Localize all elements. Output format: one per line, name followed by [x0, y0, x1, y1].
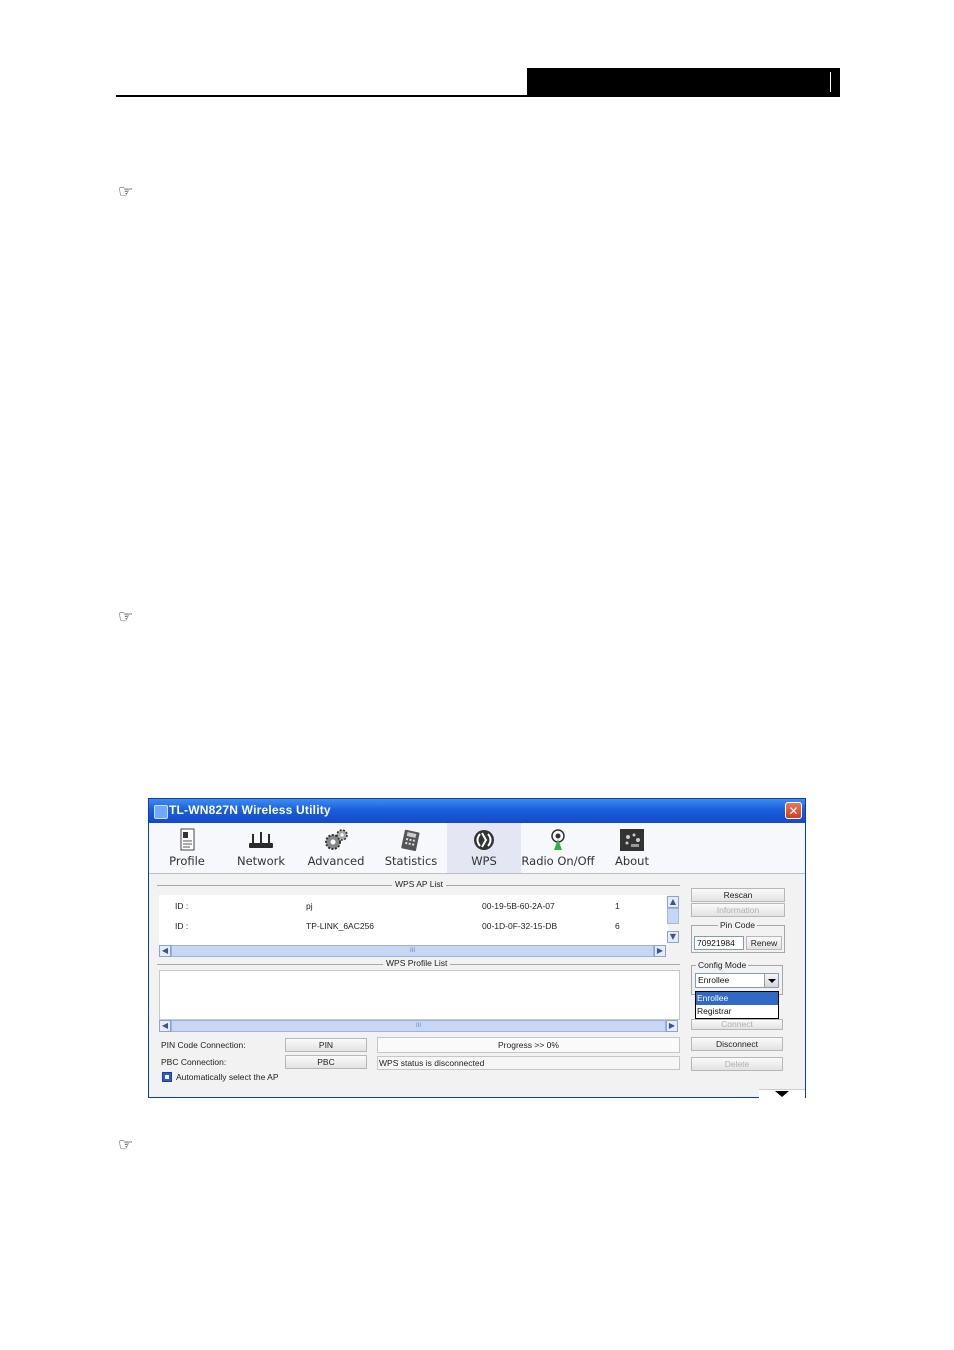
chevron-down-icon[interactable] — [764, 974, 778, 987]
expand-arrow-icon — [775, 1091, 789, 1097]
tab-label: Radio On/Off — [521, 854, 595, 868]
about-icon — [620, 829, 644, 851]
config-mode-value: Enrollee — [698, 975, 730, 985]
connect-button[interactable]: Connect — [691, 1019, 783, 1030]
scroll-down-button[interactable]: ▼ — [667, 931, 679, 943]
tab-profile[interactable]: Profile — [157, 823, 217, 873]
wps-status-box: WPS status is disconnected — [377, 1056, 680, 1070]
note-hand-icon: ☞ — [118, 607, 134, 627]
window-title: TL-WN827N Wireless Utility — [169, 803, 331, 817]
ap-channel: 1 — [615, 901, 620, 911]
tab-wps[interactable]: WPS — [447, 823, 521, 873]
dropdown-option-registrar[interactable]: Registrar — [696, 1005, 778, 1018]
config-mode-select[interactable]: Enrollee — [695, 973, 779, 988]
wps-status-text: WPS status is disconnected — [379, 1058, 485, 1068]
config-mode-label: Config Mode — [696, 960, 749, 970]
advanced-gear-icon — [325, 829, 348, 850]
delete-button[interactable]: Delete — [691, 1057, 783, 1071]
ap-row[interactable]: ID : — [175, 921, 188, 931]
tab-label: About — [614, 854, 649, 868]
horizontal-scrollbar[interactable]: III — [171, 945, 654, 957]
statistics-icon — [401, 829, 420, 852]
auto-select-label: Automatically select the AP — [176, 1072, 279, 1082]
tab-statistics[interactable]: Statistics — [379, 823, 443, 873]
utility-window: TL-WN827N Wireless Utility ✕ Profile Net… — [148, 798, 806, 1098]
wps-icon — [474, 830, 494, 850]
tab-label: Statistics — [384, 854, 438, 868]
tab-label: WPS — [471, 854, 497, 868]
tab-radio-on-off[interactable]: Radio On/Off — [519, 823, 597, 873]
expand-toggle[interactable] — [759, 1089, 805, 1098]
radio-antenna-icon — [551, 829, 565, 850]
horizontal-scrollbar[interactable]: III — [171, 1020, 666, 1032]
wps-profile-list[interactable] — [159, 970, 680, 1020]
dropdown-option-enrollee[interactable]: Enrollee — [696, 992, 778, 1005]
title-bar: TL-WN827N Wireless Utility ✕ — [149, 799, 805, 823]
scroll-up-button[interactable]: ▲ — [667, 896, 679, 908]
disconnect-button[interactable]: Disconnect — [691, 1037, 783, 1051]
scroll-left-button[interactable]: ◀ — [159, 945, 171, 957]
tab-label: Advanced — [307, 854, 365, 868]
tab-label: Network — [236, 854, 286, 868]
tab-advanced[interactable]: Advanced — [303, 823, 369, 873]
scroll-right-button[interactable]: ▶ — [666, 1020, 678, 1032]
page-header-rule — [116, 95, 840, 97]
progress-bar: Progress >> 0% — [377, 1037, 680, 1053]
ap-id-label: ID : — [175, 921, 189, 931]
note-hand-icon: ☞ — [118, 1135, 134, 1155]
page-header-bar — [527, 68, 840, 97]
pin-code-field[interactable]: 70921984 — [694, 936, 744, 950]
pbc-connection-label: PBC Connection: — [161, 1057, 227, 1067]
pbc-button[interactable]: PBC — [285, 1055, 367, 1069]
ap-mac: 00-1D-0F-32-15-DB — [482, 921, 558, 931]
auto-select-checkbox[interactable] — [162, 1072, 172, 1082]
config-mode-dropdown: Enrollee Registrar — [695, 991, 779, 1019]
wps-profile-list-label: WPS Profile List — [383, 958, 451, 968]
note-hand-icon: ☞ — [118, 182, 134, 202]
main-toolbar: Profile Network Advanced Statistics WPS … — [149, 823, 805, 874]
pin-connection-label: PIN Code Connection: — [161, 1040, 246, 1050]
pin-code-label: Pin Code — [718, 920, 757, 930]
tab-about[interactable]: About — [603, 823, 661, 873]
progress-text: Progress >> 0% — [498, 1040, 559, 1050]
network-icon — [249, 832, 273, 848]
ap-channel: 6 — [615, 921, 620, 931]
ap-ssid: pj — [306, 901, 313, 911]
ap-id-label: ID : — [175, 901, 189, 911]
ap-ssid: TP-LINK_6AC256 — [306, 921, 375, 931]
information-button[interactable]: Information — [691, 903, 785, 917]
profile-icon — [180, 828, 195, 851]
scroll-left-button[interactable]: ◀ — [159, 1020, 171, 1032]
ap-mac: 00-19-5B-60-2A-07 — [482, 901, 555, 911]
app-icon — [154, 805, 168, 819]
tab-network[interactable]: Network — [229, 823, 293, 873]
tab-label: Profile — [169, 854, 205, 868]
rescan-button[interactable]: Rescan — [691, 888, 785, 902]
wps-ap-list-label: WPS AP List — [392, 879, 447, 889]
wps-ap-list[interactable]: ID : pj 00-19-5B-60-2A-07 1 ID : TP-LINK… — [159, 895, 668, 945]
pin-button[interactable]: PIN — [285, 1038, 367, 1052]
ap-row[interactable]: ID : — [175, 901, 188, 911]
renew-button[interactable]: Renew — [746, 936, 782, 950]
close-button[interactable]: ✕ — [785, 802, 802, 819]
vertical-scroll-thumb[interactable] — [667, 908, 679, 924]
scroll-right-button[interactable]: ▶ — [654, 945, 666, 957]
